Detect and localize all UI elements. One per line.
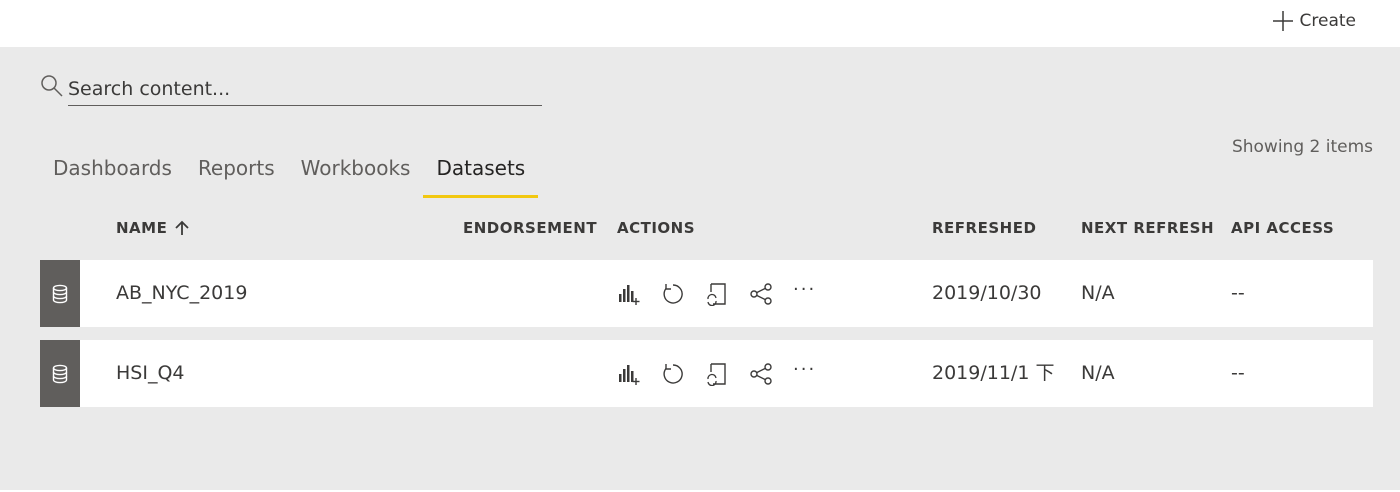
refresh-icon[interactable] <box>661 282 685 306</box>
create-button-label: Create <box>1299 11 1357 31</box>
scheduled-refresh-icon[interactable] <box>705 282 729 306</box>
dataset-name[interactable]: HSI_Q4 <box>116 340 185 407</box>
refresh-icon[interactable] <box>661 362 685 386</box>
tab-dashboards[interactable]: Dashboards <box>40 152 185 198</box>
dataset-type-badge <box>40 340 80 407</box>
table-row[interactable]: HSI_Q4 ··· 2019/11/1 下 N/A -- <box>40 340 1373 407</box>
arrow-up-icon <box>175 220 189 235</box>
share-icon[interactable] <box>749 282 773 306</box>
content-tabs: Dashboards Reports Workbooks Datasets <box>40 152 538 198</box>
item-count: Showing 2 items <box>1231 137 1373 157</box>
tab-workbooks[interactable]: Workbooks <box>288 152 424 198</box>
row-actions: ··· <box>617 340 816 407</box>
tab-reports[interactable]: Reports <box>185 152 288 198</box>
ellipsis-icon[interactable]: ··· <box>793 278 816 302</box>
plus-icon <box>1272 11 1293 31</box>
column-header-next-refresh[interactable]: NEXT REFRESH <box>1081 219 1214 237</box>
scheduled-refresh-icon[interactable] <box>705 362 729 386</box>
column-header-name-label: NAME <box>116 219 168 237</box>
column-header-refreshed[interactable]: REFRESHED <box>932 219 1036 237</box>
column-header-endorsement[interactable]: ENDORSEMENT <box>463 219 597 237</box>
bar-chart-plus-icon[interactable] <box>617 282 641 306</box>
bar-chart-plus-icon[interactable] <box>617 362 641 386</box>
refreshed-value: 2019/11/1 下 <box>932 362 1055 384</box>
ellipsis-icon[interactable]: ··· <box>793 358 816 382</box>
search-icon <box>41 75 63 97</box>
search-box <box>40 72 542 108</box>
api-access-value: -- <box>1231 362 1245 384</box>
api-access-value: -- <box>1231 282 1245 304</box>
database-icon <box>52 364 68 383</box>
dataset-name[interactable]: AB_NYC_2019 <box>116 260 247 327</box>
content-area: Showing 2 items Dashboards Reports Workb… <box>0 47 1400 490</box>
refreshed-value: 2019/10/30 <box>932 282 1042 304</box>
share-icon[interactable] <box>749 362 773 386</box>
search-input[interactable] <box>68 72 542 106</box>
database-icon <box>52 284 68 303</box>
row-actions: ··· <box>617 260 816 327</box>
column-header-actions: ACTIONS <box>617 219 696 237</box>
next-refresh-value: N/A <box>1081 282 1115 304</box>
column-header-name[interactable]: NAME <box>116 219 189 237</box>
tab-datasets[interactable]: Datasets <box>423 152 538 198</box>
create-button[interactable]: Create <box>1272 6 1357 36</box>
dataset-type-badge <box>40 260 80 327</box>
column-header-api-access[interactable]: API ACCESS <box>1231 219 1334 237</box>
top-bar: Create <box>0 0 1400 47</box>
next-refresh-value: N/A <box>1081 362 1115 384</box>
table-row[interactable]: AB_NYC_2019 ··· 2019/10/30 N/A -- <box>40 260 1373 327</box>
